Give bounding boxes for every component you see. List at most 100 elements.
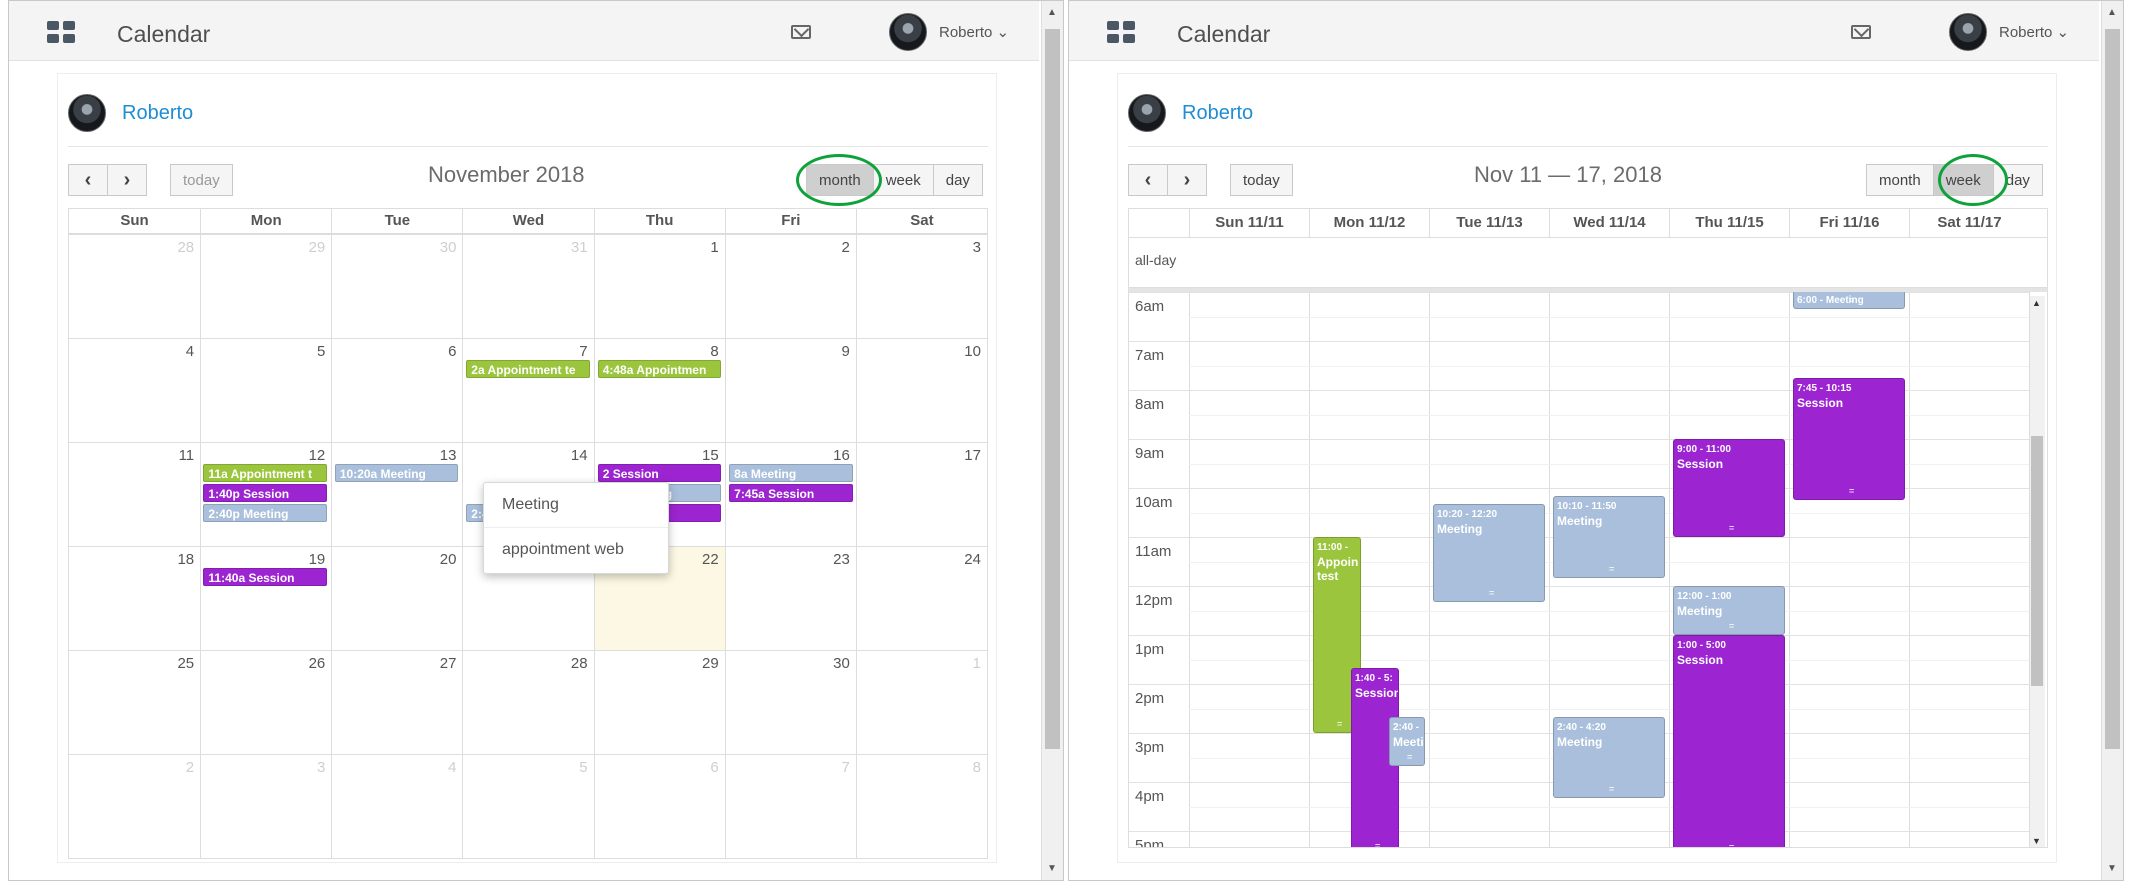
page-scrollbar[interactable]: ▲ ▼ [1041, 1, 1063, 880]
week-day-2: Tue 11/13 [1429, 209, 1549, 237]
event-time: 7:45 - 10:15 [1797, 382, 1852, 394]
prev-button[interactable]: ‹ [1128, 164, 1168, 196]
day-cell[interactable]: 2 [724, 235, 856, 338]
month-event[interactable]: 1:40p Session [203, 484, 327, 502]
day-cell[interactable]: 28 [69, 235, 200, 338]
all-day-row: all-day [1128, 238, 2048, 288]
owner-link[interactable]: Roberto [1182, 102, 1253, 125]
day-number: 25 [177, 655, 195, 672]
month-event[interactable]: 2 Session [597, 464, 722, 482]
month-event[interactable]: 4:48a Appointmen [597, 360, 722, 378]
week-event[interactable]: 1:00 - 5:00 Session [1673, 635, 1785, 847]
day-number: 1 [972, 655, 981, 672]
week-event[interactable]: 2:40 - 4:20 Meeting [1553, 716, 1665, 799]
day-cell[interactable]: 3 [200, 755, 331, 858]
user-avatar[interactable] [889, 13, 927, 51]
day-cell[interactable]: 4 [69, 339, 200, 442]
day-number: 31 [570, 239, 588, 256]
day-cell[interactable]: 4 [331, 755, 462, 858]
day-number: 8 [972, 759, 981, 776]
week-event[interactable]: 12:00 - 1:00 Meeting [1673, 586, 1785, 635]
day-cell[interactable]: 30 [331, 235, 462, 338]
day-cell[interactable]: 30 [724, 651, 856, 754]
day-cell[interactable]: 29 [593, 651, 725, 754]
week-event[interactable]: 7:45 - 10:15 Session [1793, 377, 1905, 501]
time-grid-scrollbar[interactable]: ▲ ▼ [2029, 296, 2045, 847]
day-cell[interactable]: 1 [855, 651, 987, 754]
month-event[interactable]: 11a Appointment t [203, 464, 327, 482]
month-event[interactable]: 11:40a Session [203, 568, 327, 586]
day-number: 5 [579, 759, 588, 776]
popup-item-meeting[interactable]: Meeting [484, 483, 668, 527]
month-button-highlight [796, 154, 882, 206]
month-event[interactable]: 8a Meeting [729, 464, 853, 482]
day-cell[interactable]: 31 [462, 235, 593, 338]
day-number: 28 [570, 655, 588, 672]
day-cell[interactable]: 19 [200, 547, 331, 650]
day-number: 17 [964, 447, 981, 464]
day-cell[interactable]: 1 [593, 235, 725, 338]
day-cell[interactable]: 25 [69, 651, 200, 754]
month-event[interactable]: 2:40p Meeting [203, 504, 327, 522]
day-cell[interactable]: 13 [331, 443, 462, 546]
day-cell[interactable]: 9 [724, 339, 856, 442]
day-cell[interactable]: 27 [331, 651, 462, 754]
day-cell[interactable]: 8 [593, 339, 725, 442]
day-cell[interactable]: 8 [855, 755, 987, 858]
day-cell[interactable]: 17 [855, 443, 987, 546]
day-cell[interactable]: 18 [69, 547, 200, 650]
event-title: Session [1797, 395, 1844, 410]
day-cell[interactable]: 23 [724, 547, 856, 650]
week-event[interactable]: 10:10 - 11:50 Meeting [1553, 496, 1665, 578]
day-cell[interactable]: 6 [593, 755, 725, 858]
day-cell[interactable]: 26 [200, 651, 331, 754]
user-menu[interactable]: Roberto ⌄ [1999, 23, 2069, 41]
day-column-line [1309, 292, 1310, 847]
week-event[interactable]: 6:00 - Meeting [1793, 292, 1905, 310]
event-title: Meeting [1557, 514, 1603, 529]
day-cell[interactable]: 24 [855, 547, 987, 650]
apps-grid-icon[interactable] [1107, 21, 1135, 43]
event-time: 12:00 - 1:00 [1677, 591, 1732, 602]
all-day-label: all-day [1135, 252, 1177, 268]
day-view-button[interactable]: day [932, 164, 983, 196]
day-cell[interactable]: 2 [69, 755, 200, 858]
day-cell[interactable]: 3 [855, 235, 987, 338]
next-button[interactable]: › [107, 164, 147, 196]
mail-icon[interactable] [1851, 25, 1871, 39]
week-event[interactable]: 2:40 - Meeti [1389, 716, 1425, 766]
apps-grid-icon[interactable] [47, 21, 75, 43]
owner-link[interactable]: Roberto [122, 102, 193, 125]
day-cell[interactable]: 11 [69, 443, 200, 546]
day-cell[interactable]: 7 [462, 339, 593, 442]
month-view-button[interactable]: month [1866, 164, 1934, 196]
app-title: Calendar [117, 21, 211, 47]
day-cell[interactable]: 5 [200, 339, 331, 442]
day-number: 2 [185, 759, 195, 776]
mail-icon[interactable] [791, 25, 811, 39]
page-scrollbar[interactable]: ▲ ▼ [2101, 1, 2123, 880]
hour-line [1129, 341, 2029, 342]
week-grid: Sun 11/11 Mon 11/12 Tue 11/13 Wed 11/14 Thu … [1128, 208, 2048, 848]
day-cell[interactable]: 10 [855, 339, 987, 442]
hour-label: 6am [1135, 298, 1165, 315]
day-cell[interactable]: 29 [200, 235, 331, 338]
day-cell[interactable]: 7 [724, 755, 856, 858]
today-button[interactable]: today [170, 164, 233, 196]
next-button[interactable]: › [1167, 164, 1207, 196]
month-event[interactable]: 2a Appointment te [466, 360, 590, 378]
month-event[interactable]: 10:20a Meeting [334, 464, 459, 482]
day-cell[interactable]: 28 [462, 651, 593, 754]
popup-item-appointment-web[interactable]: appointment web [484, 527, 668, 571]
day-cell[interactable]: 6 [331, 339, 462, 442]
prev-button[interactable]: ‹ [68, 164, 108, 196]
user-avatar[interactable] [1949, 13, 1987, 51]
week-event[interactable]: 9:00 - 11:00 Session [1673, 439, 1785, 537]
week-event[interactable]: 10:20 - 12:20 Meeting [1433, 504, 1545, 603]
user-menu[interactable]: Roberto ⌄ [939, 23, 1009, 41]
today-button[interactable]: today [1230, 164, 1293, 196]
day-cell[interactable]: 5 [462, 755, 593, 858]
day-number: 1 [710, 239, 719, 256]
month-event[interactable]: 7:45a Session [729, 484, 853, 502]
day-cell[interactable]: 20 [331, 547, 462, 650]
